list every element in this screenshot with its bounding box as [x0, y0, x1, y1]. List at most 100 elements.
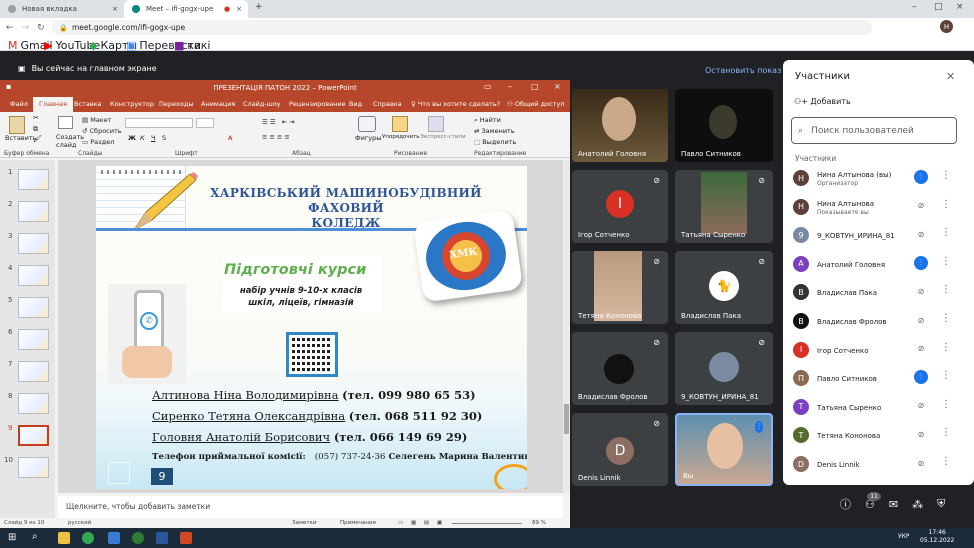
taskbar-app-icon[interactable] [108, 532, 120, 544]
video-tile[interactable]: Анатолий Головня [572, 89, 668, 162]
ppt-minimize-icon[interactable]: – [508, 82, 512, 91]
slide-thumbnail-3[interactable] [18, 233, 49, 254]
scrollbar-thumb[interactable] [564, 404, 569, 434]
slide-thumbnail-4[interactable] [18, 265, 49, 286]
bullets-icon[interactable]: ☰☰ ⇤⇥ [262, 118, 297, 126]
tab-slideshow[interactable]: Слайд-шоу [243, 100, 281, 108]
maximize-icon[interactable]: □ [934, 2, 943, 12]
shapes-button[interactable]: Фигуры [355, 134, 381, 142]
bold-icon[interactable]: Ж [128, 134, 136, 142]
ppt-maximize-icon[interactable]: □ [531, 82, 539, 91]
video-tile-self[interactable]: ⫶ Вы [675, 413, 773, 486]
taskbar-app-icon[interactable] [132, 532, 144, 544]
tab-view[interactable]: Вид [349, 100, 362, 108]
slide-9[interactable]: ХАРКІВСЬКИЙ МАШИНОБУДІВНИЙ ФАХОВИЙ КОЛЕД… [96, 166, 527, 489]
select-button[interactable]: ⬚ Выделить [474, 138, 516, 146]
mic-active-icon[interactable]: ⫶ [914, 255, 928, 270]
underline-icon[interactable]: Ч [151, 134, 155, 142]
tab-animations[interactable]: Анимация [201, 100, 235, 108]
tab-close-icon[interactable]: × [236, 5, 242, 13]
keyboard-language[interactable]: УКР [898, 533, 910, 540]
close-window-icon[interactable]: × [956, 2, 964, 12]
tab-review[interactable]: Рецензирование [289, 100, 346, 108]
slide-thumbnail-9[interactable] [18, 425, 49, 446]
address-bar[interactable]: 🔒 meet.google.com/ifi-gogx-upe [52, 20, 872, 35]
video-tile[interactable]: D ⊘ Denis Linnik [572, 413, 668, 486]
new-slide-button[interactable]: Создать слайд [56, 133, 84, 149]
more-options-icon[interactable]: ⋮ [941, 256, 951, 267]
windows-start-icon[interactable]: ⊞ [8, 532, 16, 543]
new-slide-icon[interactable] [58, 116, 73, 129]
quick-styles-button[interactable]: Экспресс-стили [420, 134, 466, 140]
more-options-icon[interactable]: ⋮ [941, 342, 951, 353]
bookmark-kaki[interactable]: ■ какі [174, 39, 211, 52]
more-options-icon[interactable]: ⋮ [941, 199, 951, 210]
profile-avatar[interactable]: H [940, 20, 953, 33]
participant-row[interactable]: Н Нина Алтынова Показываете вы ⊘ ⋮ [791, 195, 961, 221]
mic-off-icon[interactable]: ⊘ [914, 427, 928, 441]
zoom-slider[interactable] [452, 523, 522, 524]
stop-presenting-button[interactable]: Остановить показ [705, 66, 781, 75]
tab-home[interactable]: Главная [33, 97, 74, 112]
more-options-icon[interactable]: ⋮ [941, 227, 951, 238]
taskbar-clock[interactable]: 17:46 05.12.2022 [920, 529, 954, 545]
comments-toggle[interactable]: Примечания [340, 520, 376, 526]
slide-thumbnail-10[interactable] [18, 457, 49, 478]
layout-button[interactable]: ▤ Макет [82, 116, 112, 124]
mic-off-icon[interactable]: ⊘ [914, 199, 928, 213]
back-icon[interactable]: ← [6, 23, 14, 33]
notes-toggle[interactable]: Заметки [292, 520, 317, 526]
slide-thumbnail-7[interactable] [18, 361, 49, 382]
taskbar-search-icon[interactable]: ⌕ [32, 531, 38, 542]
section-button[interactable]: ▭ Раздел [82, 138, 114, 146]
tab-insert[interactable]: Вставка [74, 100, 102, 108]
word-icon[interactable] [156, 532, 168, 544]
paste-button[interactable]: Вставить [5, 134, 36, 142]
font-color-icon[interactable]: A [228, 134, 232, 142]
close-panel-icon[interactable]: ✕ [946, 70, 955, 83]
reload-icon[interactable]: ↻ [37, 23, 45, 33]
more-options-icon[interactable]: ⋮ [941, 370, 951, 381]
video-tile[interactable]: ⊘ Владислав Фролов [572, 332, 668, 405]
find-button[interactable]: ⌕ Найти [474, 116, 501, 125]
mic-off-icon[interactable]: ⊘ [914, 284, 928, 298]
strikethrough-icon[interactable]: S [162, 134, 166, 142]
people-icon[interactable]: ⚇ 11 [865, 491, 881, 511]
chat-icon[interactable]: ✉ [889, 498, 898, 511]
more-options-icon[interactable]: ⋮ [941, 427, 951, 438]
more-options-icon[interactable]: ⋮ [941, 170, 951, 181]
reset-button[interactable]: ↺ Сбросить [82, 127, 122, 135]
mic-active-icon[interactable]: ⫶ [914, 170, 928, 184]
video-tile[interactable]: 🐈 ⊘ Владислав Пака [675, 251, 773, 324]
participant-row[interactable]: Т Татьяна Сыренко ⊘ ⋮ [791, 395, 961, 421]
video-tile[interactable]: ⊘ Тетяна Кононова [572, 251, 668, 324]
forward-icon[interactable]: → [22, 23, 30, 33]
more-options-icon[interactable]: ⋮ [941, 399, 951, 410]
font-size-select[interactable] [196, 118, 214, 128]
participant-row[interactable]: Т Тетяна Кононова ⊘ ⋮ [791, 423, 961, 449]
mic-off-icon[interactable]: ⊘ [914, 313, 928, 327]
share-button[interactable]: ⚇ Общий доступ [507, 100, 565, 108]
slide-thumbnail-5[interactable] [18, 297, 49, 318]
info-icon[interactable]: ⓘ [840, 496, 851, 512]
paste-icon[interactable] [9, 116, 25, 134]
participant-row[interactable]: П Павло Ситников ⫶ ⋮ [791, 366, 961, 392]
mic-active-icon[interactable]: ⫶ [914, 370, 928, 385]
quick-styles-icon[interactable] [428, 116, 444, 132]
lock-controls-icon[interactable]: ⛨ [937, 497, 945, 511]
video-tile[interactable]: Павло Ситников [675, 89, 773, 162]
tab-transitions[interactable]: Переходы [159, 100, 193, 108]
participant-row[interactable]: 9 9_КОВТУН_ИРИНА_81 ⊘ ⋮ [791, 223, 961, 249]
copy-icon[interactable]: ⧉ [33, 125, 38, 134]
participant-row[interactable]: А Анатолий Головня ⫶ ⋮ [791, 252, 961, 278]
view-buttons[interactable]: ▭ ▦ ▤ ▣ [398, 520, 445, 526]
video-tile[interactable]: I ⊘ Ігор Сотченко [572, 170, 668, 243]
participant-row[interactable]: Н Нина Алтынова (вы) Организатор ⫶ ⋮ [791, 166, 961, 192]
ppt-ribbon-display-icon[interactable]: ▭ [484, 82, 492, 91]
format-painter-icon[interactable]: 🖌 [33, 135, 42, 143]
canvas-scrollbar[interactable] [563, 160, 570, 493]
notes-pane[interactable]: Щелкните, чтобы добавить заметки [58, 496, 563, 518]
slide-thumbnail-8[interactable] [18, 393, 49, 414]
zoom-level[interactable]: 89 % [532, 520, 546, 526]
mic-off-icon[interactable]: ⊘ [914, 227, 928, 241]
